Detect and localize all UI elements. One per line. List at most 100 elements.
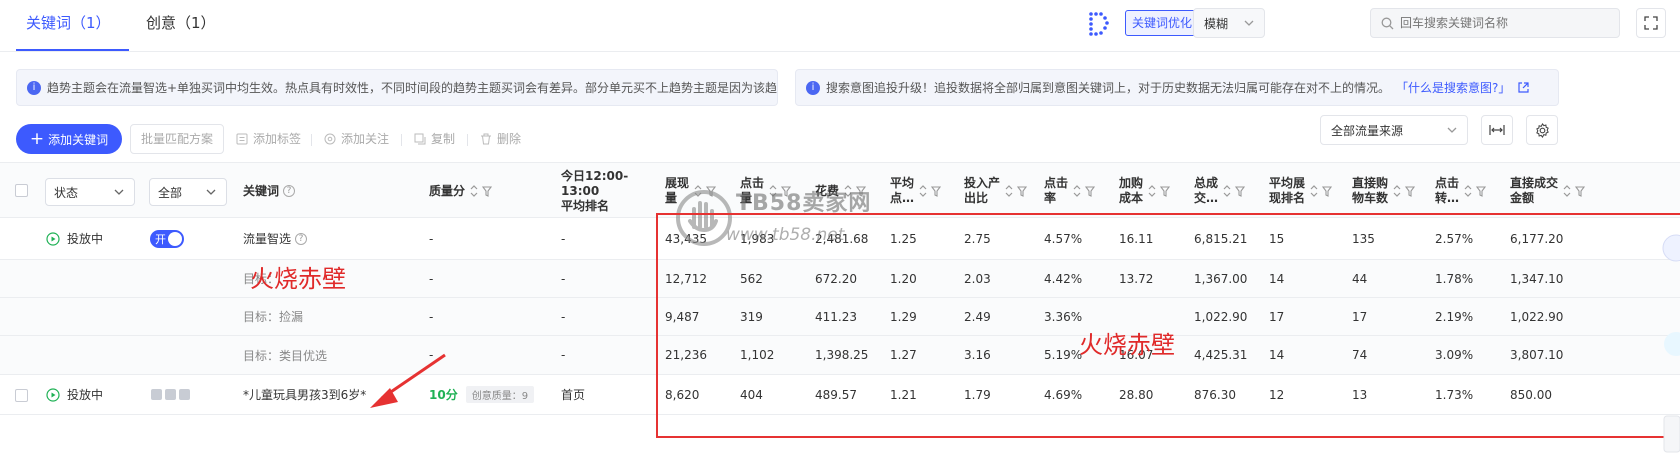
- col-cost[interactable]: 花费: [815, 163, 867, 219]
- sort-icon[interactable]: [843, 184, 853, 198]
- col-quality[interactable]: 质量分: [429, 163, 493, 219]
- search-icon: [1381, 17, 1394, 29]
- col-avg-cpc[interactable]: 平均 点…: [890, 163, 942, 219]
- cart-cost-cell: 16.11: [1119, 231, 1154, 246]
- delivery-toggle[interactable]: 开: [150, 229, 184, 248]
- ctr-cell: 4.69%: [1044, 387, 1083, 402]
- col-direct-cart[interactable]: 直接购 物车数: [1352, 163, 1416, 219]
- help-icon[interactable]: ?: [283, 185, 296, 197]
- tag-badge-group[interactable]: [151, 389, 190, 400]
- col-clicks[interactable]: 点击 量: [740, 163, 792, 219]
- impressions-cell: 43,435: [665, 231, 707, 246]
- delete-button[interactable]: 删除: [480, 124, 521, 154]
- tab-keywords[interactable]: 关键词（1）: [26, 0, 111, 52]
- sort-icon[interactable]: [1392, 184, 1402, 198]
- direct-gmv-cell: 6,177.20: [1510, 231, 1564, 246]
- filter-icon[interactable]: [482, 185, 493, 197]
- rank-cell: 首页: [561, 388, 586, 402]
- external-link-icon[interactable]: [1518, 82, 1529, 93]
- sort-icon[interactable]: [1222, 184, 1232, 198]
- copy-label: 复制: [431, 132, 456, 146]
- impressions-cell: 8,620: [665, 387, 700, 402]
- rank-cell: -: [561, 271, 566, 286]
- col-ctr[interactable]: 点击 率: [1044, 163, 1096, 219]
- traffic-source-select[interactable]: 全部流量来源: [1320, 115, 1468, 145]
- sort-icon[interactable]: [1004, 184, 1014, 198]
- quality-cell: -: [429, 309, 434, 324]
- status-filter-select[interactable]: 状态: [45, 178, 135, 206]
- filter-icon[interactable]: [1160, 185, 1171, 197]
- filter-icon[interactable]: [1575, 185, 1586, 197]
- filter-icon[interactable]: [1017, 185, 1028, 197]
- col-impressions[interactable]: 展现 量: [665, 163, 717, 219]
- search-intent-notice: i 搜索意图追投升级！追投数据将全部归属到意图关键词上，对于历史数据无法归属可能…: [795, 69, 1559, 106]
- sort-icon[interactable]: [1463, 184, 1473, 198]
- info-icon: i: [27, 80, 41, 95]
- cost-cell: 1,398.25: [815, 348, 869, 362]
- cost-cell: 2,481.68: [815, 231, 869, 246]
- col-roi[interactable]: 投入产 出比: [964, 163, 1028, 219]
- copy-button[interactable]: 复制: [414, 124, 455, 154]
- cost-cell: 672.20: [815, 271, 857, 286]
- filter-icon[interactable]: [781, 185, 792, 197]
- sort-icon[interactable]: [1562, 184, 1572, 198]
- keyword-search-input[interactable]: [1400, 16, 1610, 30]
- filter-icon[interactable]: [1085, 185, 1096, 197]
- filter-icon[interactable]: [1322, 185, 1333, 197]
- col-cvr[interactable]: 点击 转…: [1435, 163, 1487, 219]
- select-all-checkbox[interactable]: [15, 184, 28, 197]
- col-roi-label: 投入产 出比: [964, 176, 1001, 205]
- col-total-gmv[interactable]: 总成 交…: [1194, 163, 1246, 219]
- add-follow-button[interactable]: 添加关注: [324, 124, 389, 154]
- add-keyword-button[interactable]: + 添加关键词: [16, 124, 122, 154]
- match-mode-select[interactable]: 模糊: [1193, 8, 1265, 38]
- cost-cell: 411.23: [815, 309, 857, 324]
- sort-icon[interactable]: [1072, 184, 1082, 198]
- sort-icon[interactable]: [768, 184, 778, 198]
- sort-icon[interactable]: [469, 184, 479, 198]
- switch-cell: 开: [150, 218, 184, 259]
- search-intent-help-link[interactable]: 「什么是搜索意图?」: [1396, 79, 1510, 96]
- direct-cart-cell: 44: [1352, 271, 1368, 286]
- filter-icon[interactable]: [856, 185, 867, 197]
- direct-gmv-cell: 1,022.90: [1510, 309, 1564, 324]
- clicks-cell: 319: [740, 309, 763, 324]
- switch-filter-select[interactable]: 全部: [149, 178, 227, 206]
- direct-cart-cell: 135: [1352, 231, 1375, 246]
- col-direct-gmv[interactable]: 直接成交 金额: [1510, 163, 1586, 219]
- column-width-button[interactable]: [1481, 115, 1513, 145]
- col-cvr-label: 点击 转…: [1435, 176, 1460, 205]
- add-tag-button[interactable]: 添加标签: [236, 124, 301, 154]
- keyword-optimize-button[interactable]: 关键词优化: [1126, 11, 1200, 35]
- batch-match-button[interactable]: 批量匹配方案: [130, 124, 225, 154]
- row-checkbox[interactable]: [15, 389, 28, 402]
- filter-icon[interactable]: [706, 185, 717, 197]
- table-settings-button[interactable]: [1526, 115, 1558, 145]
- keyword-cell[interactable]: *儿童玩具男孩3到6岁*: [243, 375, 366, 414]
- filter-icon[interactable]: [1405, 185, 1416, 197]
- filter-icon[interactable]: [1476, 185, 1487, 197]
- sort-icon[interactable]: [1309, 184, 1319, 198]
- roi-cell: 3.16: [964, 348, 991, 362]
- sort-icon[interactable]: [918, 184, 928, 198]
- filter-icon[interactable]: [1235, 185, 1246, 197]
- play-circle-icon: [46, 387, 60, 402]
- quality-cell: -: [429, 231, 434, 246]
- col-keyword: 关键词 ?: [243, 163, 296, 219]
- roi-cell: 2.03: [964, 271, 991, 286]
- tab-creatives[interactable]: 创意（1）: [146, 0, 216, 52]
- status-filter-value: 状态: [54, 185, 79, 200]
- help-icon[interactable]: ?: [295, 232, 308, 245]
- fullscreen-button[interactable]: [1636, 8, 1666, 38]
- tab-bar: 关键词（1） 创意（1） 关键词优化 模糊: [0, 0, 1680, 52]
- direct-gmv-cell: 1,347.10: [1510, 271, 1564, 286]
- col-cart-cost[interactable]: 加购 成本: [1119, 163, 1171, 219]
- sort-icon[interactable]: [693, 184, 703, 198]
- roi-cell: 2.75: [964, 231, 991, 246]
- sort-icon[interactable]: [1147, 184, 1157, 198]
- avg-position-cell: 14: [1269, 271, 1285, 286]
- col-ctr-label: 点击 率: [1044, 176, 1069, 205]
- col-avg-position[interactable]: 平均展 现排名: [1269, 163, 1333, 219]
- quality-score: 10分: [429, 388, 458, 402]
- filter-icon[interactable]: [931, 185, 942, 197]
